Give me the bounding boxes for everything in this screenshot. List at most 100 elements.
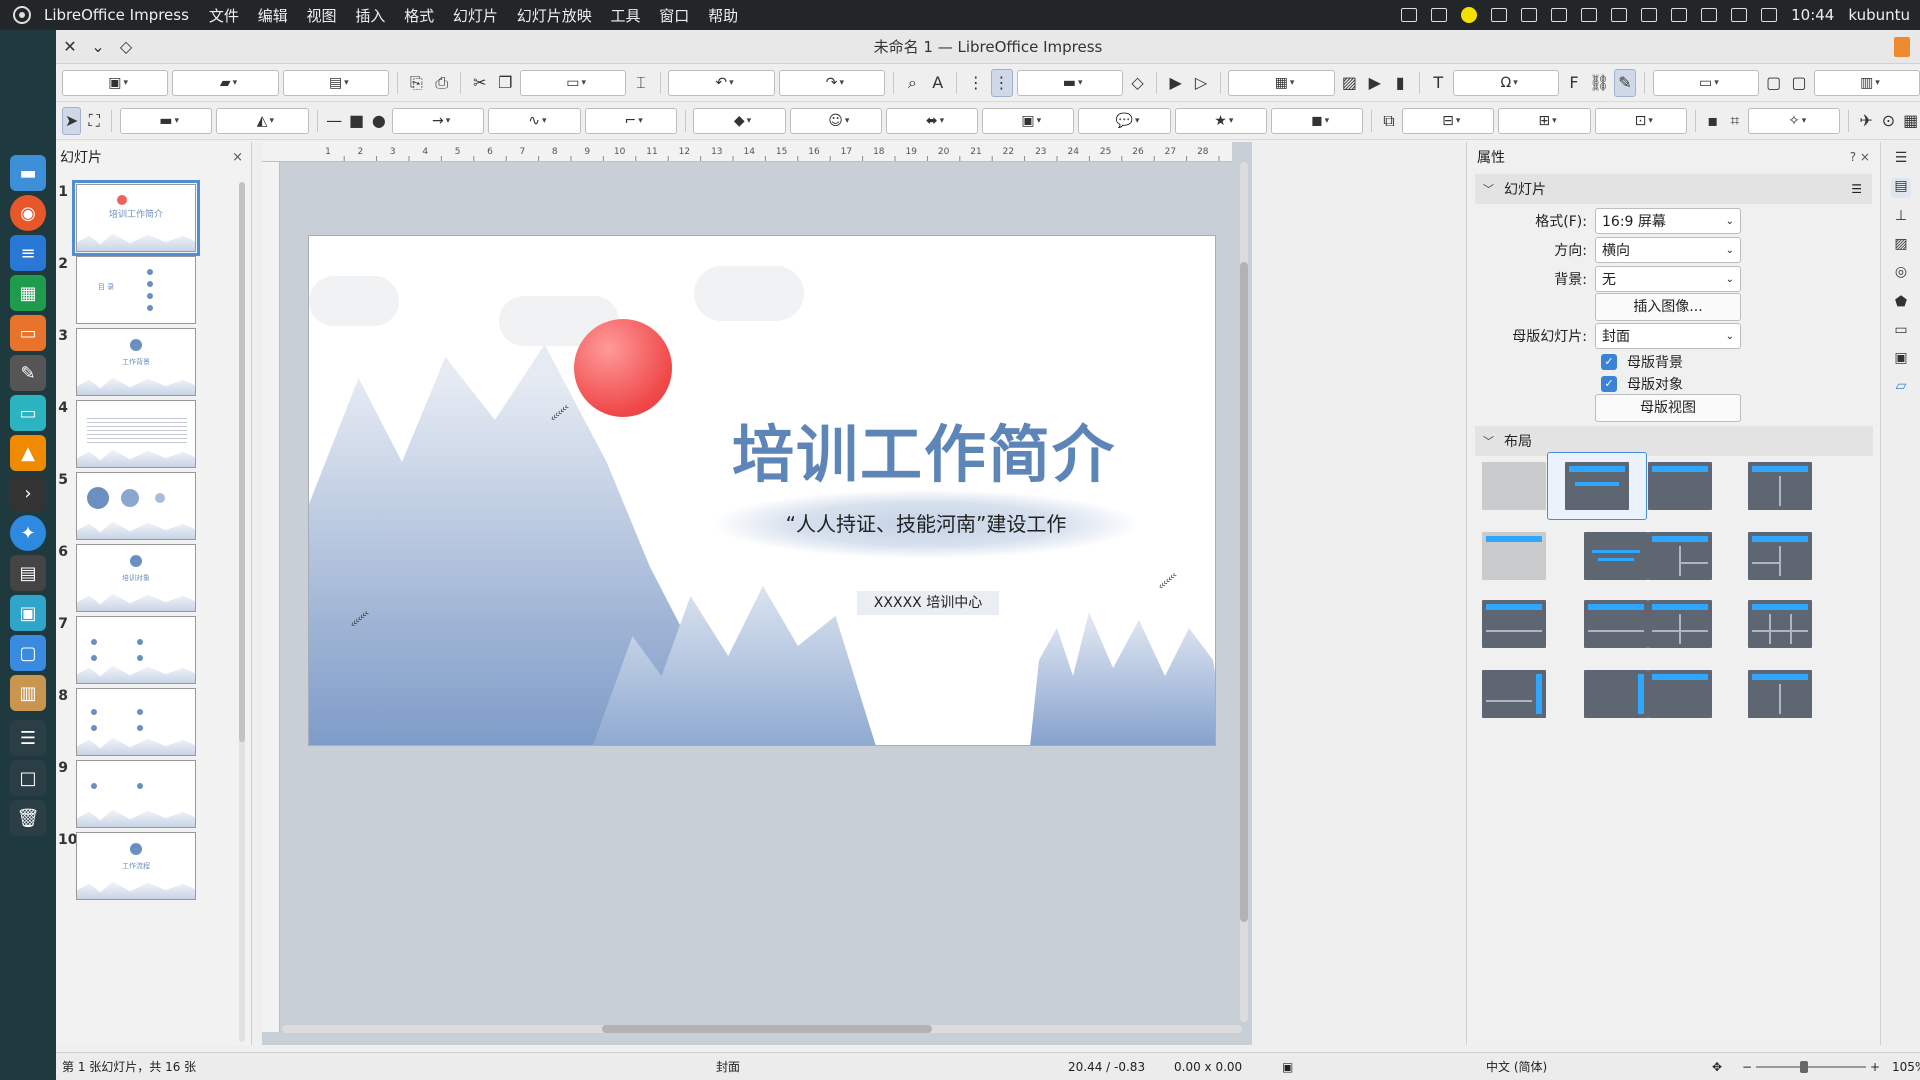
layout-centered-text[interactable] [1583, 530, 1649, 582]
power-icon[interactable] [1761, 8, 1778, 22]
writer-icon[interactable]: ≡ [10, 235, 46, 271]
fit-slide-icon[interactable]: ✥ [1712, 1060, 1722, 1074]
insert-image-button[interactable]: 插入图像... [1595, 293, 1741, 321]
paste-icon[interactable]: ▭ [519, 69, 627, 96]
clone-format-icon[interactable]: ⌶ [630, 69, 651, 97]
organization-label[interactable]: XXXXX 培训中心 [857, 591, 999, 615]
gallery-icon[interactable]: ▨ [1891, 236, 1911, 256]
weather-icon[interactable] [1461, 7, 1478, 23]
gluepoint-icon[interactable]: ⊙ [1879, 107, 1897, 135]
properties-deck-icon[interactable]: ▤ [1891, 178, 1911, 198]
flowchart-icon[interactable]: ▣ [982, 107, 1075, 134]
gimp-icon[interactable]: ✎ [10, 355, 46, 391]
layout-title-4-content[interactable] [1647, 598, 1713, 650]
copy-icon[interactable]: ❐ [495, 69, 516, 97]
connector-icon[interactable]: ⌐ [584, 107, 677, 134]
browser-icon[interactable]: ✦ [10, 515, 46, 551]
layout-vertical-title-text-chart[interactable] [1583, 668, 1649, 720]
sidebar-menu-icon[interactable]: ☰ [1891, 150, 1911, 170]
master-slide-dropdown[interactable]: 封面 ⌄ [1595, 323, 1741, 349]
curve-icon[interactable]: ∿ [488, 107, 581, 134]
slide-thumbnail[interactable]: 5 [58, 472, 200, 544]
textbox-icon[interactable]: T [1428, 69, 1449, 97]
cut-icon[interactable]: ✂ [469, 69, 490, 97]
distribute-icon[interactable]: ⊡ [1594, 107, 1687, 134]
spelling-icon[interactable]: A [927, 69, 948, 97]
username[interactable]: kubuntu [1848, 6, 1910, 24]
comments-icon[interactable]: ▱ [1891, 378, 1911, 398]
display-icon[interactable] [1611, 8, 1628, 22]
show-comments-icon[interactable]: ▢ [1763, 69, 1784, 97]
slide-thumbnail[interactable]: 6 培训对象 [58, 544, 200, 616]
notification-icon[interactable] [1431, 8, 1448, 22]
slide-thumbnail[interactable]: 4 [58, 400, 200, 472]
zoom-pan-icon[interactable]: ⛶ [85, 107, 103, 135]
slide-thumbnail[interactable]: 7 [58, 616, 200, 688]
firefox-icon[interactable]: ◉ [10, 195, 46, 231]
master-name[interactable]: 封面 [716, 1058, 740, 1075]
display-views-icon[interactable]: ▬ [1016, 69, 1123, 96]
layout-title-2-vertical-text[interactable] [1747, 668, 1813, 720]
menu-slide[interactable]: 幻灯片 [453, 7, 498, 25]
sidebar-controls[interactable]: ? × [1850, 150, 1870, 164]
symbol-shapes-icon[interactable]: ☺ [789, 107, 882, 134]
menu-format[interactable]: 格式 [404, 7, 434, 25]
screenshot-icon[interactable]: ▣ [10, 595, 46, 631]
volume-icon[interactable] [1731, 8, 1748, 22]
archive-icon[interactable]: ▥ [10, 675, 46, 711]
slide-transition-icon[interactable]: ⊥ [1891, 208, 1911, 228]
format-dropdown[interactable]: 16:9 屏幕 ⌄ [1595, 208, 1741, 234]
slide-subtitle[interactable]: “人人持证、技能河南”建设工作 [715, 508, 1137, 537]
window-icon[interactable]: □ [10, 760, 46, 796]
arrange-icon[interactable]: ⊞ [1498, 107, 1591, 134]
master-background-checkbox[interactable]: ✓ 母版背景 [1601, 352, 1683, 372]
slide-thumbnail[interactable]: 1 培训工作简介 [58, 180, 200, 256]
find-icon[interactable]: ⌕ [902, 69, 923, 97]
open-icon[interactable]: ▰ [172, 69, 279, 96]
vertical-ruler[interactable] [262, 162, 280, 1032]
layout-title-content-2content[interactable] [1747, 530, 1813, 582]
zoom-in-icon[interactable]: + [1870, 1060, 1880, 1074]
zoom-level[interactable]: 105% [1892, 1060, 1920, 1074]
image-icon[interactable]: ▨ [1339, 69, 1360, 97]
undo-icon[interactable]: ↶ [668, 69, 775, 96]
horizontal-ruler[interactable]: 1 2 3 4 5 6 7 8 9 10 11 12 13 14 15 16 17 18 19 20 21 22 23 24 2… [262, 142, 1232, 162]
draw-pen-icon[interactable]: ✎ [1614, 68, 1636, 97]
shapes-icon[interactable]: ⬟ [1891, 294, 1911, 314]
layout-title-only[interactable] [1481, 530, 1547, 582]
shadow-icon[interactable]: ▪ [1703, 107, 1721, 135]
menu-edit[interactable]: 编辑 [258, 7, 288, 25]
orientation-dropdown[interactable]: 横向 ⌄ [1595, 237, 1741, 263]
menu-window[interactable]: 窗口 [659, 7, 689, 25]
basic-shapes-icon[interactable]: ◆ [693, 107, 786, 134]
layout-title-2content-over[interactable] [1481, 598, 1547, 650]
zoom-slider[interactable] [1756, 1066, 1866, 1068]
menu-view[interactable]: 视图 [307, 7, 337, 25]
slide-thumbnail[interactable]: 2 目 录 [58, 256, 200, 328]
battery-icon[interactable] [1641, 8, 1658, 22]
layout-title-content-over[interactable] [1583, 598, 1649, 650]
hide-icon[interactable]: ▢ [1788, 69, 1809, 97]
menu-icon[interactable]: ☰ [1851, 182, 1862, 196]
layout-title-vertical-text[interactable] [1647, 668, 1713, 720]
export-pdf-icon[interactable]: ⎘ [406, 69, 427, 97]
calc-icon[interactable]: ▦ [10, 275, 46, 311]
layout-section-header[interactable]: ﹀ 布局 [1475, 426, 1873, 456]
line-icon[interactable]: — [325, 107, 343, 135]
3d-objects-icon[interactable]: ◼ [1270, 107, 1364, 134]
update-icon[interactable] [1551, 8, 1568, 22]
zoom-slider-handle[interactable] [1800, 1061, 1808, 1073]
fill-color-icon[interactable]: ◭ [216, 107, 309, 134]
slide-pane-scrollbar[interactable] [239, 182, 245, 1042]
background-dropdown[interactable]: 无 ⌄ [1595, 266, 1741, 292]
menu-tools[interactable]: 工具 [611, 7, 641, 25]
chart-icon[interactable]: ▮ [1389, 69, 1410, 97]
hyperlink-icon[interactable]: ⛓ [1589, 69, 1610, 97]
save-status-icon[interactable]: ▣ [1282, 1060, 1293, 1074]
layout-icon[interactable]: ▥ [1813, 69, 1920, 96]
select-arrow-icon[interactable]: ➤ [62, 106, 82, 135]
menu-slideshow[interactable]: 幻灯片放映 [517, 7, 592, 25]
navigator-icon[interactable]: ◎ [1891, 264, 1911, 284]
start-current-icon[interactable]: ▷ [1190, 69, 1211, 97]
file-manager-icon[interactable]: ▬ [10, 155, 46, 191]
